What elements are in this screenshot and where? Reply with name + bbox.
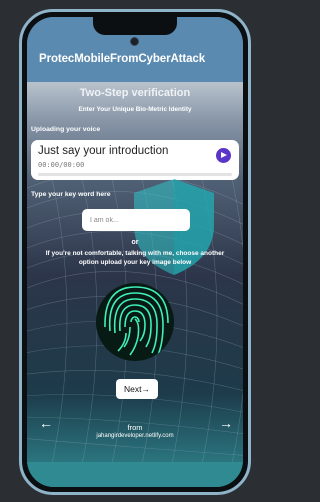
app-title: ProtecMobileFromCyberAttack [39, 53, 206, 65]
audio-title: Just say your introduction [38, 145, 169, 157]
fingerprint-upload[interactable] [96, 283, 174, 361]
bottom-bar [27, 462, 243, 487]
phone-notch [93, 17, 177, 35]
audio-progress-bar[interactable] [38, 173, 232, 176]
voice-label: Uploading your voice [31, 126, 101, 133]
app-screen: ProtecMobileFromCyberAttack Two-Step ver… [27, 17, 243, 487]
camera-icon [130, 37, 139, 46]
fingerprint-icon [104, 286, 169, 356]
play-icon[interactable] [216, 148, 231, 163]
keyword-label: Type your key word here [31, 191, 111, 198]
footer-from: from [127, 423, 143, 432]
next-button[interactable]: Next→ [116, 379, 158, 399]
audio-player[interactable]: Just say your introduction 00:00/00:00 [31, 140, 239, 180]
page-subtitle: Enter Your Unique Bio-Metric Identity [78, 106, 192, 113]
or-divider: or [131, 239, 139, 246]
keyword-input[interactable] [82, 209, 190, 231]
audio-time: 00:00/00:00 [38, 161, 85, 169]
page-title: Two-Step verification [79, 87, 191, 99]
footer-link[interactable]: jahangirdeveloper.netlify.com [27, 433, 243, 439]
upload-instruction: If you're not comfortable, talking with … [45, 250, 225, 266]
